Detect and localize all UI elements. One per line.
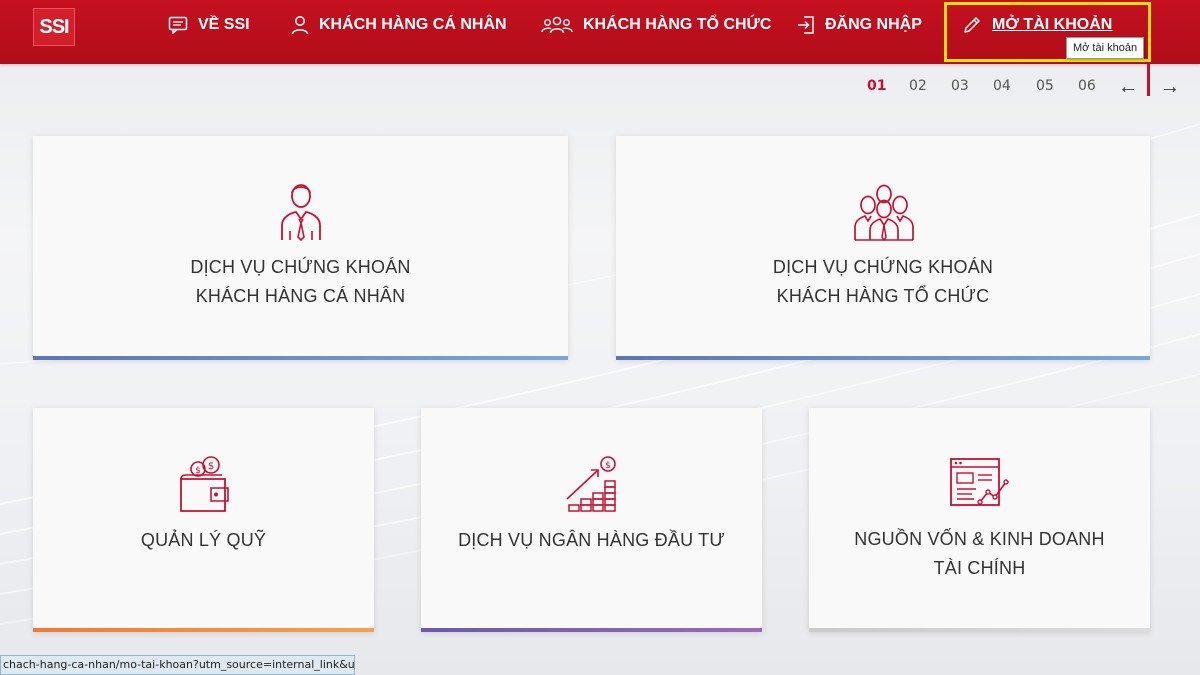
page-04[interactable]: 04 [993, 78, 1011, 94]
nav-personal-label: KHÁCH HÀNG CÁ NHÂN [319, 16, 507, 33]
card-personal-securities[interactable]: DỊCH VỤ CHỨNG KHOÁN KHÁCH HÀNG CÁ NHÂN [33, 136, 568, 360]
coin-growth-icon: $ [566, 456, 616, 512]
nav-corporate-label: KHÁCH HÀNG TỔ CHỨC [583, 16, 772, 33]
card-title: QUẢN LÝ QUỸ [140, 530, 267, 550]
page-01[interactable]: 01 [867, 78, 886, 94]
card-investment-banking[interactable]: $ DỊCH VỤ NGÂN HÀNG ĐẦU TƯ [421, 408, 762, 632]
nav-corporate-customers[interactable]: KHÁCH HÀNG TỔ CHỨC [541, 0, 771, 50]
next-arrow-icon[interactable]: → [1160, 76, 1180, 99]
card-accent-bar [616, 356, 1150, 360]
wallet-coins-icon: $ $ [180, 456, 229, 512]
card-fund-management[interactable]: $ $ QUẢN LÝ QUỸ [33, 408, 374, 632]
card-corporate-securities[interactable]: DỊCH VỤ CHỨNG KHOÁN KHÁCH HÀNG TỔ CHỨC [616, 136, 1150, 360]
page-05[interactable]: 05 [1036, 78, 1054, 94]
page-06[interactable]: 06 [1078, 78, 1096, 94]
report-chart-icon [950, 458, 1009, 506]
nav-personal-customers[interactable]: KHÁCH HÀNG CÁ NHÂN [291, 0, 507, 50]
pencil-icon [964, 17, 980, 33]
ssi-logo[interactable]: SSI [33, 8, 75, 46]
users-group-icon [541, 16, 573, 34]
card-title-line2: KHÁCH HÀNG CÁ NHÂN [195, 286, 406, 306]
card-title: DỊCH VỤ NGÂN HÀNG ĐẦU TƯ [458, 530, 725, 550]
pager-indicator [1147, 64, 1150, 96]
nav-about-label: VỀ SSI [198, 16, 250, 33]
card-title-line1: DỊCH VỤ CHỨNG KHOÁN [190, 257, 411, 277]
card-accent-bar [421, 628, 762, 632]
card-accent-bar [33, 356, 568, 360]
prev-arrow-icon[interactable]: ← [1118, 76, 1138, 99]
nav-open-account-label: MỞ TÀI KHOẢN [992, 16, 1113, 33]
card-capital-finance[interactable]: NGUỒN VỐN & KINH DOANH TÀI CHÍNH [809, 408, 1150, 632]
speech-bubble-icon [168, 16, 188, 34]
user-icon [291, 16, 309, 35]
card-title-line1: DỊCH VỤ CHỨNG KHOÁN [772, 257, 994, 277]
card-accent-bar [809, 628, 1150, 632]
browser-status-bar: chach-hang-ca-nhan/mo-tai-khoan?utm_sour… [0, 655, 355, 675]
card-title-line2: KHÁCH HÀNG TỔ CHỨC [776, 286, 990, 306]
card-accent-bar [33, 628, 374, 632]
nav-about-ssi[interactable]: VỀ SSI [168, 0, 250, 50]
login-icon [798, 16, 814, 34]
top-nav-bar: SSI VỀ SSI KHÁCH HÀNG CÁ NHÂN KHÁCH HÀNG… [0, 0, 1200, 64]
nav-login-label: ĐĂNG NHẬP [825, 16, 922, 33]
businessman-icon [281, 184, 321, 241]
tooltip: Mở tài khoản [1066, 37, 1145, 59]
page-03[interactable]: 03 [951, 78, 969, 94]
svg-text:$: $ [605, 461, 611, 471]
svg-text:$: $ [208, 461, 214, 472]
card-title-line1: NGUỒN VỐN & KINH DOANH [854, 529, 1105, 549]
team-icon [854, 184, 914, 241]
page-02[interactable]: 02 [909, 78, 927, 94]
nav-login[interactable]: ĐĂNG NHẬP [797, 0, 922, 50]
card-title-line2: TÀI CHÍNH [933, 558, 1026, 578]
